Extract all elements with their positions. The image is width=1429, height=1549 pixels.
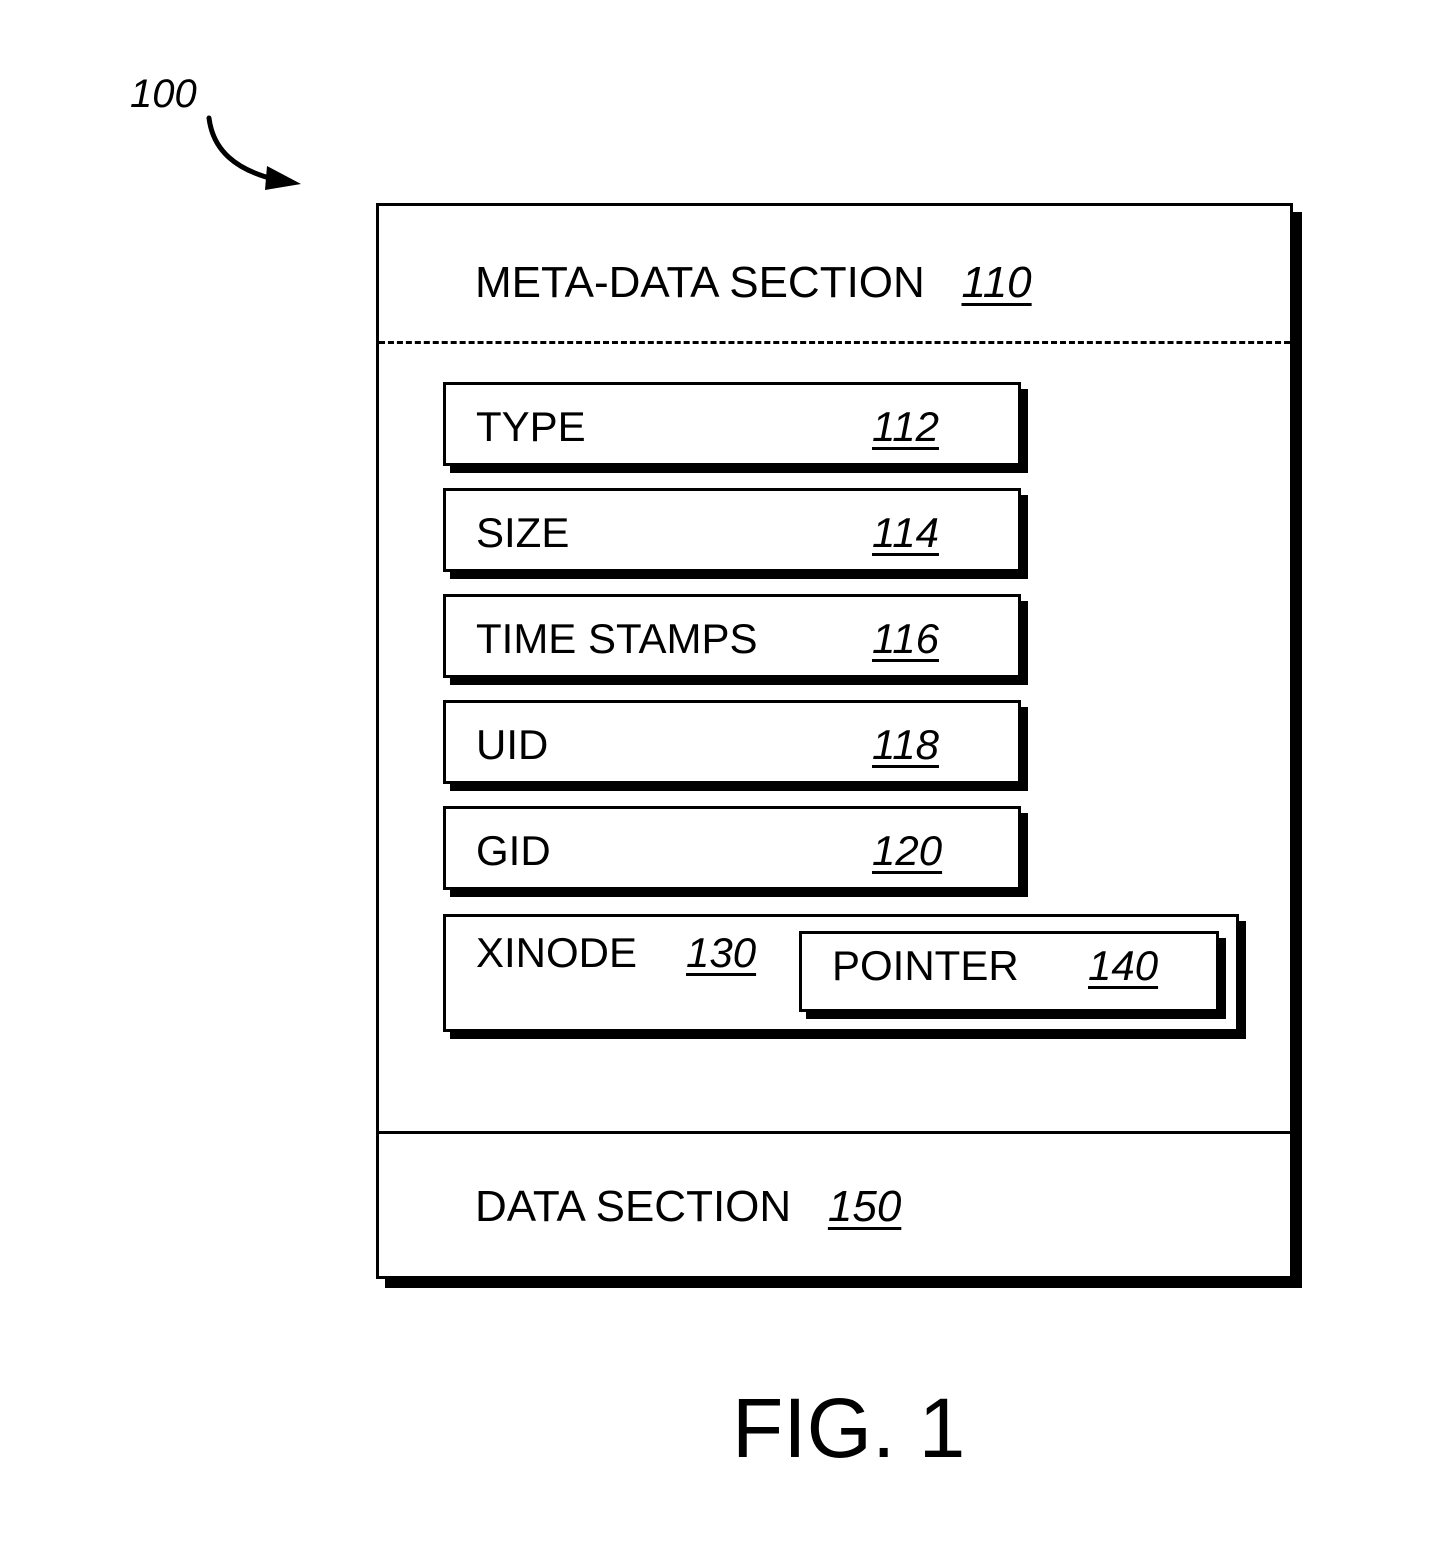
data-section-number: 150 xyxy=(827,1182,902,1231)
field-label: GID xyxy=(476,827,551,874)
field-label: TYPE xyxy=(476,403,586,450)
field-number: 116 xyxy=(872,615,939,662)
pointer-label: POINTER xyxy=(832,942,1019,989)
data-section: DATA SECTION 150 xyxy=(379,1131,1290,1276)
meta-data-section-number: 110 xyxy=(961,258,1032,307)
field-time-stamps: TIME STAMPS 116 xyxy=(443,594,1021,678)
meta-data-section-header: META-DATA SECTION 110 xyxy=(379,206,1290,344)
field-gid: GID 120 xyxy=(443,806,1021,890)
field-number: 120 xyxy=(872,827,943,874)
pointer-number: 140 xyxy=(1088,942,1159,989)
figure-caption: FIG. 1 xyxy=(732,1381,966,1475)
field-type: TYPE 112 xyxy=(443,382,1021,466)
xinode-number: 130 xyxy=(686,929,757,976)
meta-data-section-label: META-DATA SECTION xyxy=(475,258,925,307)
field-number: 112 xyxy=(872,403,939,450)
field-label: UID xyxy=(476,721,549,768)
field-number: 118 xyxy=(872,721,939,768)
reference-label: 100 xyxy=(130,72,197,116)
meta-data-section-title: META-DATA SECTION 110 xyxy=(475,258,1032,308)
xinode-box: XINODE 130 POINTER 140 xyxy=(443,914,1239,1032)
field-size: SIZE 114 xyxy=(443,488,1021,572)
data-section-label: DATA SECTION xyxy=(475,1182,792,1231)
inode-structure: META-DATA SECTION 110 TYPE 112 SIZE 114 … xyxy=(376,203,1293,1279)
reference-arrow-icon xyxy=(206,115,301,190)
field-label: SIZE xyxy=(476,509,570,556)
xinode-label: XINODE xyxy=(476,929,638,976)
field-uid: UID 118 xyxy=(443,700,1021,784)
pointer-box: POINTER 140 xyxy=(799,931,1219,1012)
data-section-title: DATA SECTION 150 xyxy=(475,1182,901,1232)
field-label: TIME STAMPS xyxy=(476,615,758,662)
field-number: 114 xyxy=(872,509,939,556)
